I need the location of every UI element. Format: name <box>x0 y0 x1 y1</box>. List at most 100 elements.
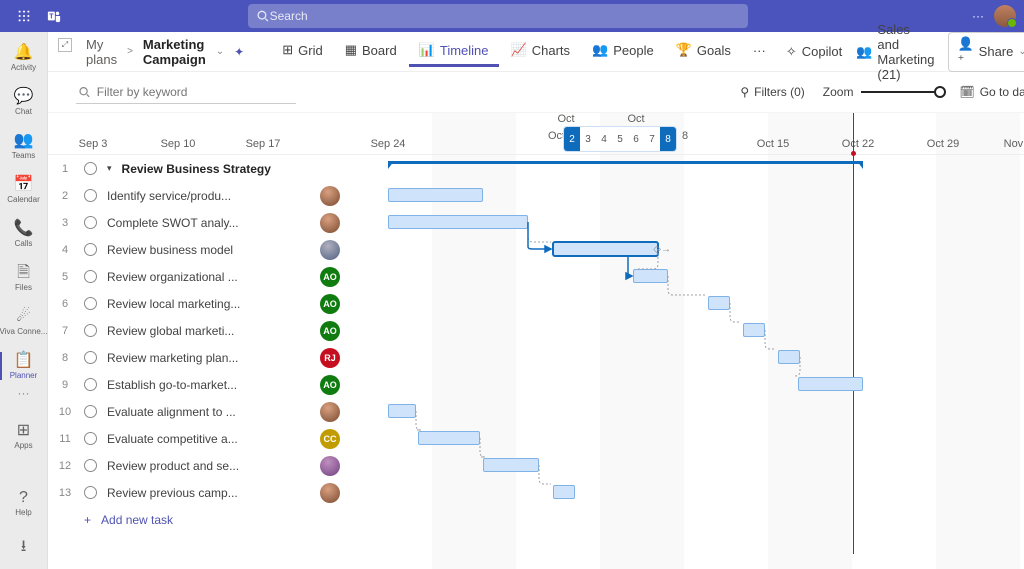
assignee-avatar[interactable]: AO <box>320 321 340 341</box>
task-bar-selected[interactable]: ◇→ <box>553 242 658 256</box>
rail-calendar[interactable]: 📅Calendar <box>0 168 48 212</box>
assignee-avatar[interactable] <box>320 240 340 260</box>
collapse-icon[interactable]: ▾ <box>107 163 112 174</box>
summary-bar[interactable] <box>388 161 863 164</box>
task-title[interactable]: Identify service/produ... <box>107 189 310 203</box>
task-title[interactable]: Review local marketing... <box>107 297 310 311</box>
view-grid[interactable]: ⊞Grid <box>272 36 332 67</box>
task-bar[interactable] <box>483 458 539 472</box>
day-chip[interactable]: 6 <box>628 127 644 151</box>
rail-teams[interactable]: 👥Teams <box>0 124 48 168</box>
task-bar[interactable] <box>388 404 416 418</box>
view-more[interactable]: ··· <box>743 37 776 67</box>
assignee-avatar[interactable] <box>320 402 340 422</box>
day-chip[interactable]: 2 <box>564 127 580 151</box>
day-chip[interactable]: 7 <box>644 127 660 151</box>
task-row[interactable]: 11Evaluate competitive a...CC <box>48 425 348 452</box>
task-title[interactable]: Review marketing plan... <box>107 351 310 365</box>
breadcrumb-root[interactable]: My plans <box>86 37 117 67</box>
task-row[interactable]: 8Review marketing plan...RJ <box>48 344 348 371</box>
task-row[interactable]: 3Complete SWOT analy... <box>48 209 348 236</box>
add-task-row[interactable]: + Add new task <box>48 506 348 533</box>
assignee-avatar[interactable] <box>320 456 340 476</box>
gantt-pane[interactable]: Oct Oct Sep 24 Oct 2 3 4 5 6 7 8 8 Oct 1… <box>348 113 1024 569</box>
complete-toggle[interactable] <box>84 297 97 310</box>
day-chip[interactable]: 3 <box>580 127 596 151</box>
rail-chat[interactable]: 💬Chat <box>0 80 48 124</box>
copilot-button[interactable]: ✧Copilot <box>786 44 842 60</box>
keyword-filter[interactable] <box>76 81 296 104</box>
assignee-avatar[interactable] <box>320 186 340 206</box>
task-row[interactable]: 5Review organizational ...AO <box>48 263 348 290</box>
complete-toggle[interactable] <box>84 405 97 418</box>
task-title[interactable]: Review Business Strategy <box>122 162 340 176</box>
complete-toggle[interactable] <box>84 459 97 472</box>
task-row[interactable]: 6Review local marketing...AO <box>48 290 348 317</box>
assignee-avatar[interactable] <box>320 213 340 233</box>
search-input[interactable] <box>270 9 740 23</box>
task-title[interactable]: Evaluate competitive a... <box>107 432 310 446</box>
task-row[interactable]: 1▾Review Business Strategy <box>48 155 348 182</box>
task-row[interactable]: 2Identify service/produ... <box>48 182 348 209</box>
task-title[interactable]: Complete SWOT analy... <box>107 216 310 230</box>
rail-more[interactable]: ··· <box>18 388 30 398</box>
assignee-avatar[interactable] <box>320 483 340 503</box>
task-row[interactable]: 10Evaluate alignment to ... <box>48 398 348 425</box>
rail-viva[interactable]: ☄Viva Conne... <box>0 300 48 344</box>
complete-toggle[interactable] <box>84 486 97 499</box>
zoom-slider[interactable] <box>861 91 941 93</box>
task-bar[interactable] <box>778 350 800 364</box>
expand-panel-icon[interactable]: ⤢ <box>58 38 72 52</box>
task-title[interactable]: Evaluate alignment to ... <box>107 405 310 419</box>
task-title[interactable]: Review business model <box>107 243 310 257</box>
task-bar[interactable] <box>743 323 765 337</box>
task-row[interactable]: 13Review previous camp... <box>48 479 348 506</box>
assignee-avatar[interactable]: AO <box>320 375 340 395</box>
rail-activity[interactable]: 🔔Activity <box>0 36 48 80</box>
task-row[interactable]: 7Review global marketi...AO <box>48 317 348 344</box>
task-bar[interactable] <box>798 377 863 391</box>
filters-button[interactable]: ⚲Filters (0) <box>740 85 804 99</box>
task-row[interactable]: 4Review business model <box>48 236 348 263</box>
goto-date-button[interactable]: 🗓Go to date <box>959 85 1024 99</box>
task-title[interactable]: Review global marketi... <box>107 324 310 338</box>
task-row[interactable]: 12Review product and se... <box>48 452 348 479</box>
global-search[interactable] <box>248 4 748 28</box>
day-chip[interactable]: 8 <box>660 127 676 151</box>
chevron-down-icon[interactable]: ⌄ <box>216 46 224 57</box>
share-button[interactable]: 👤⁺Share⌄ <box>948 32 1024 72</box>
zoom-control[interactable]: Zoom <box>823 85 942 99</box>
assignee-avatar[interactable]: AO <box>320 267 340 287</box>
zoom-knob[interactable] <box>934 86 946 98</box>
rail-help[interactable]: ?Help <box>0 481 48 525</box>
view-goals[interactable]: 🏆Goals <box>666 36 741 67</box>
view-board[interactable]: ▦Board <box>335 36 407 67</box>
rail-download[interactable]: ⭳ <box>0 525 48 569</box>
task-bar[interactable] <box>553 485 575 499</box>
plan-name[interactable]: Marketing Campaign <box>143 37 206 67</box>
assignee-avatar[interactable]: RJ <box>320 348 340 368</box>
complete-toggle[interactable] <box>84 270 97 283</box>
task-title[interactable]: Review previous camp... <box>107 486 310 500</box>
day-chip[interactable]: 5 <box>612 127 628 151</box>
pin-icon[interactable]: ✦ <box>234 45 244 59</box>
complete-toggle[interactable] <box>84 189 97 202</box>
task-bar[interactable] <box>633 269 668 283</box>
assignee-avatar[interactable]: CC <box>320 429 340 449</box>
day-chip[interactable]: 4 <box>596 127 612 151</box>
rail-apps[interactable]: ⊞Apps <box>0 414 48 458</box>
view-people[interactable]: 👥People <box>582 36 664 67</box>
view-timeline[interactable]: 📊Timeline <box>409 36 499 67</box>
app-launcher-icon[interactable] <box>8 9 40 23</box>
complete-toggle[interactable] <box>84 378 97 391</box>
assignee-avatar[interactable]: AO <box>320 294 340 314</box>
task-title[interactable]: Review product and se... <box>107 459 310 473</box>
complete-toggle[interactable] <box>84 216 97 229</box>
task-row[interactable]: 9Establish go-to-market...AO <box>48 371 348 398</box>
complete-toggle[interactable] <box>84 162 97 175</box>
view-charts[interactable]: 📈Charts <box>501 36 580 67</box>
task-bar[interactable] <box>388 215 528 229</box>
rail-files[interactable]: 🗎Files <box>0 256 48 300</box>
task-title[interactable]: Establish go-to-market... <box>107 378 310 392</box>
task-title[interactable]: Review organizational ... <box>107 270 310 284</box>
